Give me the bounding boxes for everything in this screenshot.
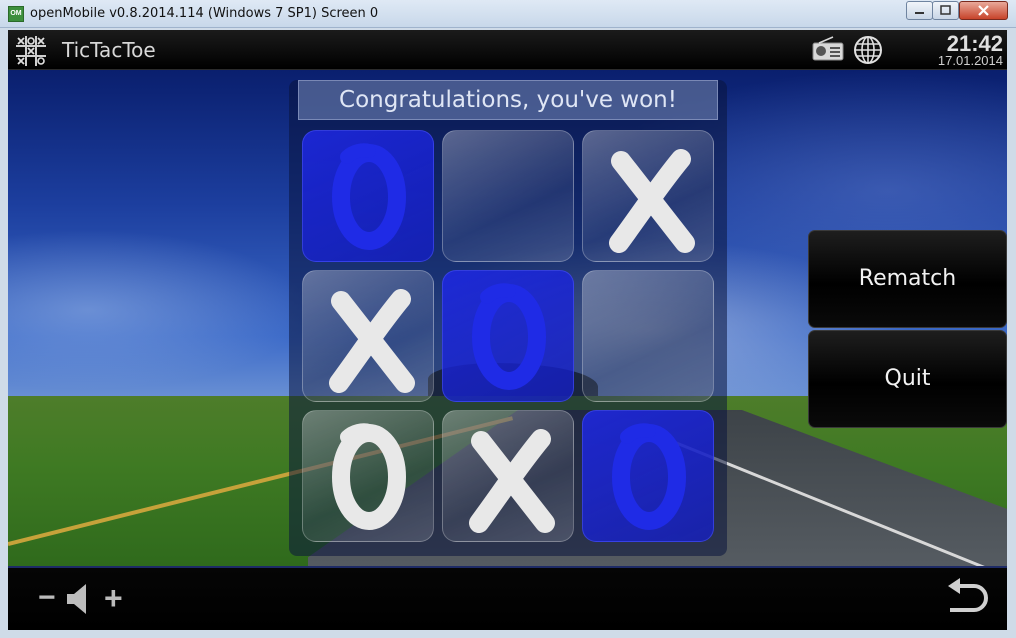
quit-button[interactable]: Quit [808, 330, 1007, 428]
x-mark-icon [329, 289, 415, 393]
o-mark-icon [332, 423, 406, 530]
volume-up-button[interactable]: + [104, 582, 123, 614]
bottom-bar: − + [8, 566, 1007, 630]
board-cell[interactable] [582, 410, 714, 542]
back-arrow-icon[interactable] [942, 578, 992, 622]
app-window-icon: OM [8, 6, 24, 22]
o-mark-icon [332, 143, 406, 250]
app-title: TicTacToe [62, 38, 156, 62]
app-client-area: TicTacToe 21:42 17.01.2014 Congratulatio… [8, 30, 1007, 630]
board-cell[interactable] [302, 410, 434, 542]
o-mark-icon [472, 283, 546, 390]
maximize-button[interactable] [932, 1, 959, 20]
clock-date: 17.01.2014 [937, 53, 1003, 68]
window-title: openMobile v0.8.2014.114 (Windows 7 SP1)… [30, 6, 379, 21]
window-titlebar: OM openMobile v0.8.2014.114 (Windows 7 S… [0, 0, 1016, 28]
volume-down-button[interactable]: − [38, 583, 56, 613]
close-icon [978, 5, 989, 16]
board-cell[interactable] [302, 130, 434, 262]
maximize-icon [940, 5, 951, 15]
top-bar: TicTacToe 21:42 17.01.2014 [8, 30, 1007, 70]
game-status-message: Congratulations, you've won! [298, 80, 718, 120]
close-button[interactable] [959, 1, 1008, 20]
board-cell[interactable] [442, 270, 574, 402]
rematch-button[interactable]: Rematch [808, 230, 1007, 328]
board-cell[interactable] [582, 270, 714, 402]
minimize-button[interactable] [906, 1, 933, 20]
x-mark-icon [469, 429, 555, 533]
minimize-icon [915, 12, 924, 14]
o-mark-icon [612, 423, 686, 530]
board-cell[interactable] [302, 270, 434, 402]
board-cell[interactable] [442, 410, 574, 542]
board-cell[interactable] [442, 130, 574, 262]
tictactoe-grid-icon[interactable] [14, 34, 48, 68]
globe-icon[interactable] [853, 35, 883, 65]
speaker-icon[interactable] [64, 582, 96, 616]
x-mark-icon [609, 149, 695, 253]
radio-icon[interactable] [811, 36, 845, 62]
board-cell[interactable] [582, 130, 714, 262]
